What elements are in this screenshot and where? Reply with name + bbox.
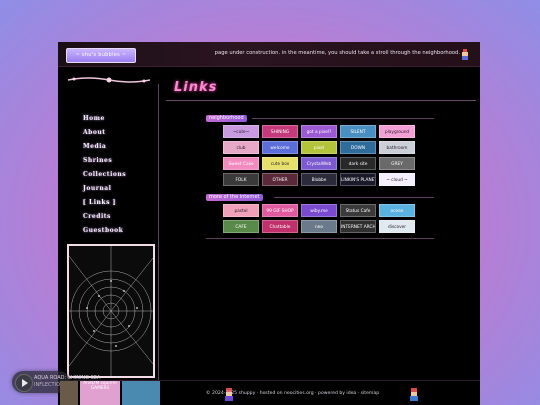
nav-shrines[interactable]: Shrines: [83, 157, 153, 171]
column-divider: [158, 84, 159, 389]
spiderweb-photo: [67, 244, 155, 378]
top-bar: ~ shu's bubbles ~ page under constructio…: [58, 42, 480, 67]
section-divider: [274, 197, 434, 198]
link-button[interactable]: Blobbe: [301, 173, 337, 186]
link-button[interactable]: neo: [301, 220, 337, 233]
link-button[interactable]: LINKIN'S PLANET: [340, 173, 376, 186]
link-button[interactable]: Sweet Cake: [223, 157, 259, 170]
sidebar: Home About Media Shrines Collections Jou…: [58, 66, 158, 405]
link-button[interactable]: ~ cloud ~: [379, 173, 415, 186]
site-frame: ~ shu's bubbles ~ page under constructio…: [58, 42, 480, 405]
link-button[interactable]: 99 GIF SHOP: [262, 204, 298, 217]
main-nav: Home About Media Shrines Collections Jou…: [83, 115, 153, 241]
play-icon[interactable]: [15, 374, 33, 392]
section-divider: [252, 118, 434, 119]
thumbnail[interactable]: [60, 381, 78, 405]
ribbon-icon: [68, 77, 150, 83]
link-button[interactable]: ocean: [379, 204, 415, 217]
link-button[interactable]: DOWN: [340, 141, 376, 154]
link-button[interactable]: CAFE: [223, 220, 259, 233]
nav-media[interactable]: Media: [83, 143, 153, 157]
nav-credits[interactable]: Credits: [83, 213, 153, 227]
link-button[interactable]: Status Cafe: [340, 204, 376, 217]
link-button[interactable]: bathroom: [379, 141, 415, 154]
thumbnail[interactable]: [122, 381, 160, 405]
link-button[interactable]: club: [223, 141, 259, 154]
section-label-more: more of the internet: [206, 194, 263, 201]
link-button[interactable]: wiby.me: [301, 204, 337, 217]
link-button[interactable]: dark site: [340, 157, 376, 170]
nav-collections[interactable]: Collections: [83, 171, 153, 185]
link-button[interactable]: pastel: [223, 204, 259, 217]
link-button[interactable]: playground: [379, 125, 415, 138]
link-button[interactable]: GREY: [379, 157, 415, 170]
nav-guestbook[interactable]: Guestbook: [83, 227, 153, 241]
link-button[interactable]: welcome: [262, 141, 298, 154]
pixel-character-icon: [462, 49, 468, 60]
nav-about[interactable]: About: [83, 129, 153, 143]
nav-journal[interactable]: Journal: [83, 185, 153, 199]
page-title: Links: [174, 80, 218, 95]
main-content: Links neighborhood ~cute~ SHINING got a pi…: [166, 78, 476, 398]
link-button[interactable]: ~cute~: [223, 125, 259, 138]
link-button[interactable]: cute box: [262, 157, 298, 170]
section-divider: [206, 238, 434, 239]
pixel-character-icon: [410, 388, 418, 401]
nav-home[interactable]: Home: [83, 115, 153, 129]
link-button[interactable]: SILENT: [340, 125, 376, 138]
link-button[interactable]: FOLK: [223, 173, 259, 186]
link-button[interactable]: discover: [379, 220, 415, 233]
section-label-neighborhood: neighborhood: [206, 115, 247, 122]
link-button[interactable]: pixel: [301, 141, 337, 154]
marquee-text: page under construction. in the meantime…: [214, 50, 460, 56]
link-button[interactable]: SHINING: [262, 125, 298, 138]
link-button[interactable]: INTERNET ARCHIVE: [340, 220, 376, 233]
link-button[interactable]: OTHER: [262, 173, 298, 186]
link-button[interactable]: Chattable: [262, 220, 298, 233]
thumbnail[interactable]: AndLfM squirrel GAMERS: [80, 381, 120, 405]
title-divider: [166, 100, 476, 101]
link-button[interactable]: got a pixel?: [301, 125, 337, 138]
site-badge[interactable]: ~ shu's bubbles ~: [66, 48, 136, 63]
nav-links[interactable]: ⟦ Links ⟧: [83, 199, 153, 213]
link-button[interactable]: CrystalWeb: [301, 157, 337, 170]
